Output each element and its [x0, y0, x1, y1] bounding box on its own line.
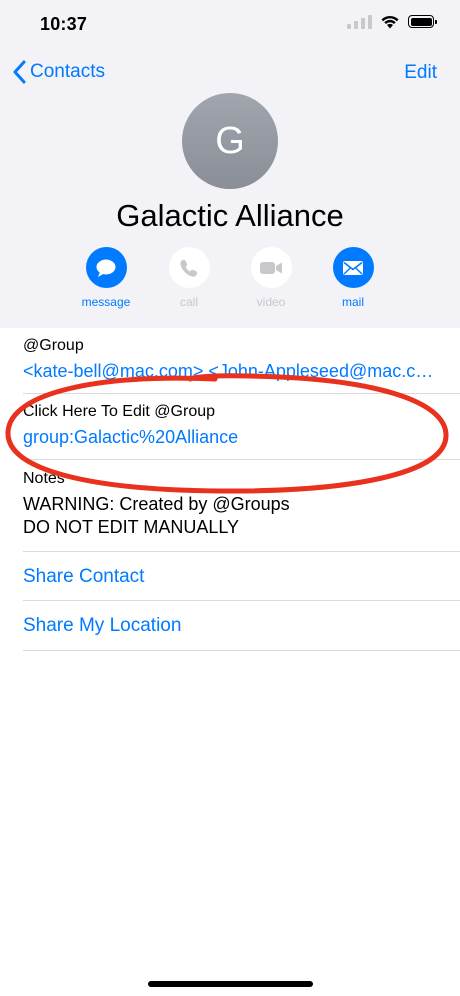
share-location-button[interactable]: Share My Location	[23, 615, 443, 637]
home-indicator[interactable]	[148, 981, 313, 987]
edit-group-field-label: Click Here To Edit @Group	[23, 403, 216, 420]
contact-detail-screen: 10:37 Contacts Edit G Galactic Alliance	[0, 0, 460, 996]
message-action-button[interactable]: message	[71, 247, 141, 309]
call-action-label: call	[179, 295, 198, 309]
message-icon	[96, 259, 116, 277]
group-field-row[interactable]: @Group <kate-bell@mac.com>,<John-Applese…	[23, 337, 443, 382]
wifi-icon	[381, 15, 399, 29]
divider	[23, 600, 460, 601]
mail-action-circle	[332, 247, 374, 288]
phone-icon	[180, 259, 198, 277]
video-action-circle	[250, 247, 292, 288]
edit-button[interactable]: Edit	[404, 62, 437, 84]
video-action-label: video	[256, 295, 286, 309]
notes-line-1: WARNING: Created by @Groups	[23, 494, 290, 514]
cellular-signal-icon	[347, 14, 372, 29]
notes-line-2: DO NOT EDIT MANUALLY	[23, 517, 240, 537]
message-action-label: message	[81, 295, 131, 309]
edit-group-field-row[interactable]: Click Here To Edit @Group group:Galactic…	[23, 403, 443, 448]
notes-label: Notes	[23, 470, 65, 487]
video-action-button[interactable]: video	[236, 247, 306, 309]
mail-action-label: mail	[341, 295, 364, 309]
divider	[23, 551, 460, 552]
share-contact-button[interactable]: Share Contact	[23, 566, 443, 588]
call-action-circle	[168, 247, 210, 288]
contact-name: Galactic Alliance	[116, 198, 344, 233]
mail-icon	[343, 260, 363, 275]
status-icons	[347, 14, 437, 29]
message-action-circle	[85, 247, 127, 288]
avatar-initial: G	[215, 119, 245, 162]
battery-icon	[408, 15, 437, 28]
call-action-button[interactable]: call	[154, 247, 224, 309]
video-icon	[260, 261, 282, 274]
edit-group-field-value[interactable]: group:Galactic%20Alliance	[23, 427, 443, 448]
group-field-value[interactable]: <kate-bell@mac.com>,<John-Appleseed@mac.…	[23, 361, 443, 382]
avatar: G	[182, 93, 278, 189]
notes-row[interactable]: Notes WARNING: Created by @Groups DO NOT…	[23, 470, 443, 539]
chevron-left-icon	[13, 60, 26, 84]
status-time: 10:37	[40, 14, 88, 34]
group-field-label: @Group	[23, 337, 84, 354]
back-label: Contacts	[30, 61, 105, 82]
divider	[23, 650, 460, 651]
divider	[23, 459, 460, 460]
divider	[23, 393, 460, 394]
back-to-contacts-button[interactable]: Contacts	[12, 60, 105, 84]
mail-action-button[interactable]: mail	[318, 247, 388, 309]
